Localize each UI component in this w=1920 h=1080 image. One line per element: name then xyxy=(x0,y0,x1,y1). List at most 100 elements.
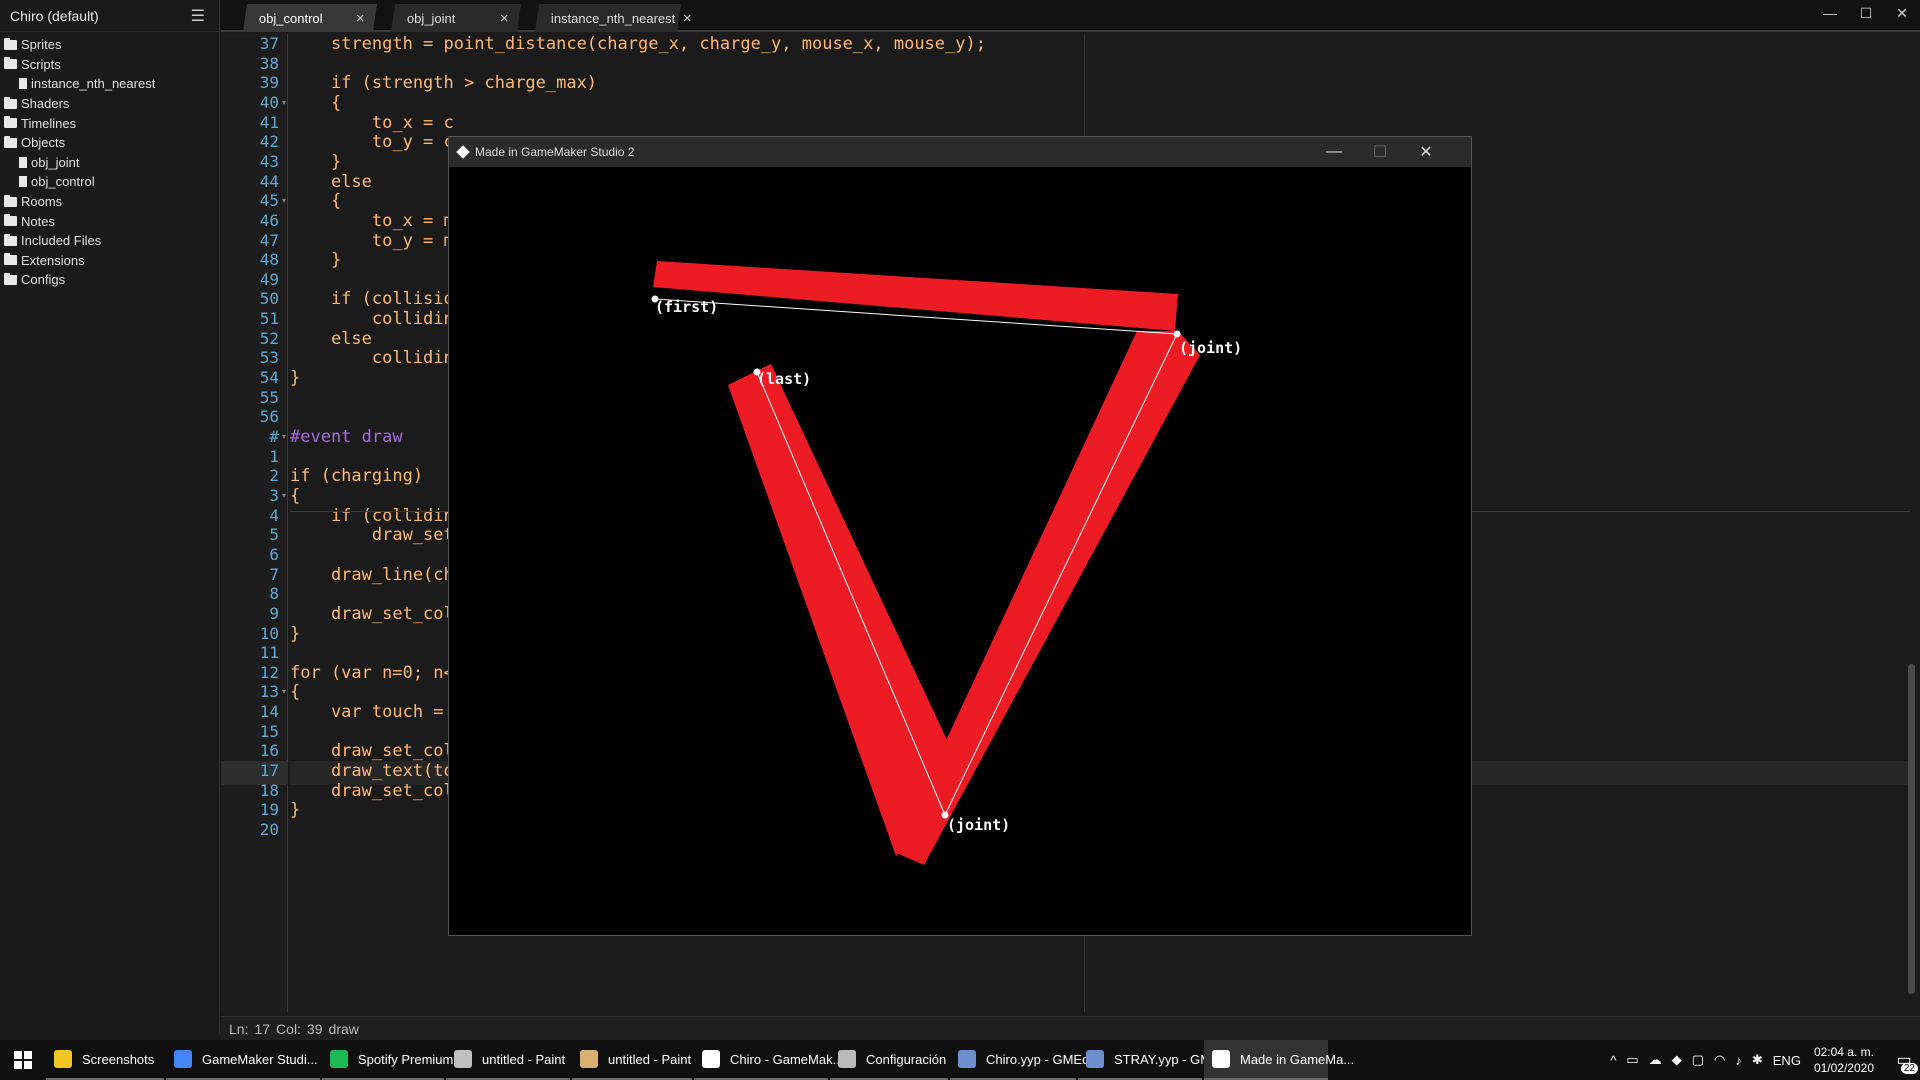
taskbar-app-4[interactable]: untitled - Paint xyxy=(572,1040,692,1080)
fold-chevron-icon[interactable]: ▾ xyxy=(282,425,286,449)
tab-obj-joint[interactable]: obj_joint × xyxy=(391,4,521,32)
tree-item-shaders[interactable]: Shaders xyxy=(0,94,219,114)
language-indicator[interactable]: ENG xyxy=(1773,1053,1801,1068)
bluetooth-icon[interactable]: ✱ xyxy=(1752,1052,1763,1068)
link-line xyxy=(756,371,946,816)
tree-item-label: Rooms xyxy=(21,194,63,210)
tree-item-obj-joint[interactable]: obj_joint xyxy=(0,153,219,173)
tree-item-obj-control[interactable]: obj_control xyxy=(0,172,219,192)
taskbar-items: Screenshots GameMaker Studi... Spotify Pre… xyxy=(46,1040,1354,1080)
folder-icon xyxy=(4,272,17,285)
editor-scrollbar[interactable] xyxy=(1908,664,1915,994)
tree-item-rooms[interactable]: Rooms xyxy=(0,192,219,212)
tab-instance-nth-nearest[interactable]: instance_nth_nearest × xyxy=(535,4,692,32)
close-window-icon[interactable]: ✕ xyxy=(1884,0,1920,26)
taskbar-app-3[interactable]: untitled - Paint xyxy=(446,1040,570,1080)
game-window[interactable]: Made in GameMaker Studio 2 — ☐ ✕ (first)… xyxy=(448,136,1472,936)
tree-item-label: Scripts xyxy=(21,56,61,72)
code-line: } xyxy=(290,800,301,821)
gamemaker-icon xyxy=(456,145,470,159)
beam-right xyxy=(894,331,1200,865)
minimize-icon[interactable]: — xyxy=(1311,137,1357,167)
tree-item-label: obj_control xyxy=(31,174,95,190)
hamburger-menu-icon[interactable]: ☰ xyxy=(191,6,205,26)
fold-chevron-icon[interactable]: ▾ xyxy=(282,189,286,213)
start-button[interactable] xyxy=(0,1040,46,1080)
taskbar: Screenshots GameMaker Studi... Spotify Pre… xyxy=(0,1040,1920,1080)
code-line: draw_line(ch xyxy=(290,564,454,585)
system-tray: ^ ▭ ☁ ◆ ▢ ◠ ♪ ✱ ENG 02:04 a. m. 01/02/20… xyxy=(1605,1040,1920,1080)
tree-item-configs[interactable]: Configs xyxy=(0,270,219,290)
taskbar-app-6[interactable]: Configuración xyxy=(830,1040,948,1080)
tree-item-sprites[interactable]: Sprites xyxy=(0,35,219,55)
tab-obj-control[interactable]: obj_control × xyxy=(243,4,377,32)
beam-top xyxy=(653,261,1178,331)
fold-chevron-icon[interactable]: ▾ xyxy=(282,680,286,704)
code-line: collidin xyxy=(290,348,454,369)
taskbar-app-5[interactable]: Chiro - GameMak... xyxy=(694,1040,843,1080)
game-window-titlebar[interactable]: Made in GameMaker Studio 2 — ☐ ✕ xyxy=(449,137,1471,167)
tree-item-label: Notes xyxy=(21,213,55,229)
tree-item-label: Shaders xyxy=(21,96,70,112)
app-icon xyxy=(838,1050,856,1068)
cloud-icon[interactable]: ☁ xyxy=(1649,1052,1662,1068)
label-first: (first) xyxy=(655,298,718,316)
volume-icon[interactable]: ♪ xyxy=(1735,1053,1742,1068)
tree-item-timelines[interactable]: Timelines xyxy=(0,113,219,133)
tree-item-label: Included Files xyxy=(21,233,102,249)
tree-item-instance-nth-nearest[interactable]: instance_nth_nearest xyxy=(0,74,219,94)
fold-chevron-icon[interactable]: ▾ xyxy=(282,484,286,508)
taskbar-app-2[interactable]: Spotify Premium xyxy=(322,1040,453,1080)
display-icon[interactable]: ▢ xyxy=(1692,1052,1704,1068)
taskbar-app-label: untitled - Paint xyxy=(608,1051,692,1067)
taskbar-app-1[interactable]: GameMaker Studi... xyxy=(166,1040,320,1080)
code-line: } xyxy=(290,368,301,389)
taskbar-app-7[interactable]: Chiro.yyp - GMEdit xyxy=(950,1040,1096,1080)
code-line: #event draw xyxy=(290,427,403,447)
tab-label: obj_control xyxy=(259,10,323,26)
app-icon xyxy=(54,1050,72,1068)
fold-chevron-icon[interactable]: ▾ xyxy=(282,91,286,115)
code-line: for (var n=0; n< xyxy=(290,662,454,683)
game-canvas[interactable]: (first) (joint) (last) (joint) xyxy=(449,167,1471,935)
minimize-icon[interactable]: — xyxy=(1812,0,1848,26)
taskbar-app-label: Chiro - GameMak... xyxy=(730,1051,844,1067)
taskbar-app-8[interactable]: STRAY.yyp - GMEdit xyxy=(1078,1040,1233,1080)
maximize-icon[interactable]: ☐ xyxy=(1848,0,1884,26)
code-line: var touch = xyxy=(290,702,454,723)
tree-item-notes[interactable]: Notes xyxy=(0,211,219,231)
close-icon[interactable]: ✕ xyxy=(1403,137,1449,167)
folder-icon xyxy=(4,116,17,129)
tree-item-scripts[interactable]: Scripts xyxy=(0,55,219,75)
taskbar-app-9[interactable]: Made in GameMa... xyxy=(1204,1040,1354,1080)
project-sidebar: Chiro (default) ☰ Sprites Scripts instance… xyxy=(0,0,220,1035)
game-window-title: Made in GameMaker Studio 2 xyxy=(475,145,635,159)
line-number: 17 xyxy=(254,1020,271,1037)
col-label: Col: xyxy=(276,1020,301,1037)
wifi-icon[interactable]: ◠ xyxy=(1714,1052,1725,1068)
taskbar-app-0[interactable]: Screenshots xyxy=(46,1040,164,1080)
close-icon[interactable]: × xyxy=(683,10,692,27)
chevron-up-icon[interactable]: ^ xyxy=(1610,1053,1616,1068)
battery-icon[interactable]: ▭ xyxy=(1626,1052,1638,1068)
app-icon xyxy=(1086,1050,1104,1068)
tree-item-objects[interactable]: Objects xyxy=(0,133,219,153)
dropbox-icon[interactable]: ◆ xyxy=(1672,1052,1682,1068)
close-icon[interactable]: × xyxy=(500,10,509,27)
taskbar-app-label: untitled - Paint xyxy=(482,1051,566,1067)
clock[interactable]: 02:04 a. m. 01/02/2020 xyxy=(1814,1044,1874,1076)
tab-label: obj_joint xyxy=(407,10,456,26)
label-last: (last) xyxy=(757,370,811,388)
tree-item-included-files[interactable]: Included Files xyxy=(0,231,219,251)
taskbar-app-label: Screenshots xyxy=(82,1051,155,1067)
tree-item-extensions[interactable]: Extensions xyxy=(0,251,219,271)
clock-time: 02:04 a. m. xyxy=(1813,1045,1874,1059)
joint-point xyxy=(1173,330,1181,338)
notification-center-icon[interactable]: ▭ 22 xyxy=(1888,1040,1920,1080)
tab-bar: obj_control × obj_joint × instance_nth_n… xyxy=(221,0,1920,32)
tree-item-label: Configs xyxy=(21,272,66,288)
folder-icon xyxy=(4,194,17,207)
tree-item-label: Extensions xyxy=(21,252,85,268)
tree-item-label: obj_joint xyxy=(31,154,80,170)
close-icon[interactable]: × xyxy=(356,10,365,27)
